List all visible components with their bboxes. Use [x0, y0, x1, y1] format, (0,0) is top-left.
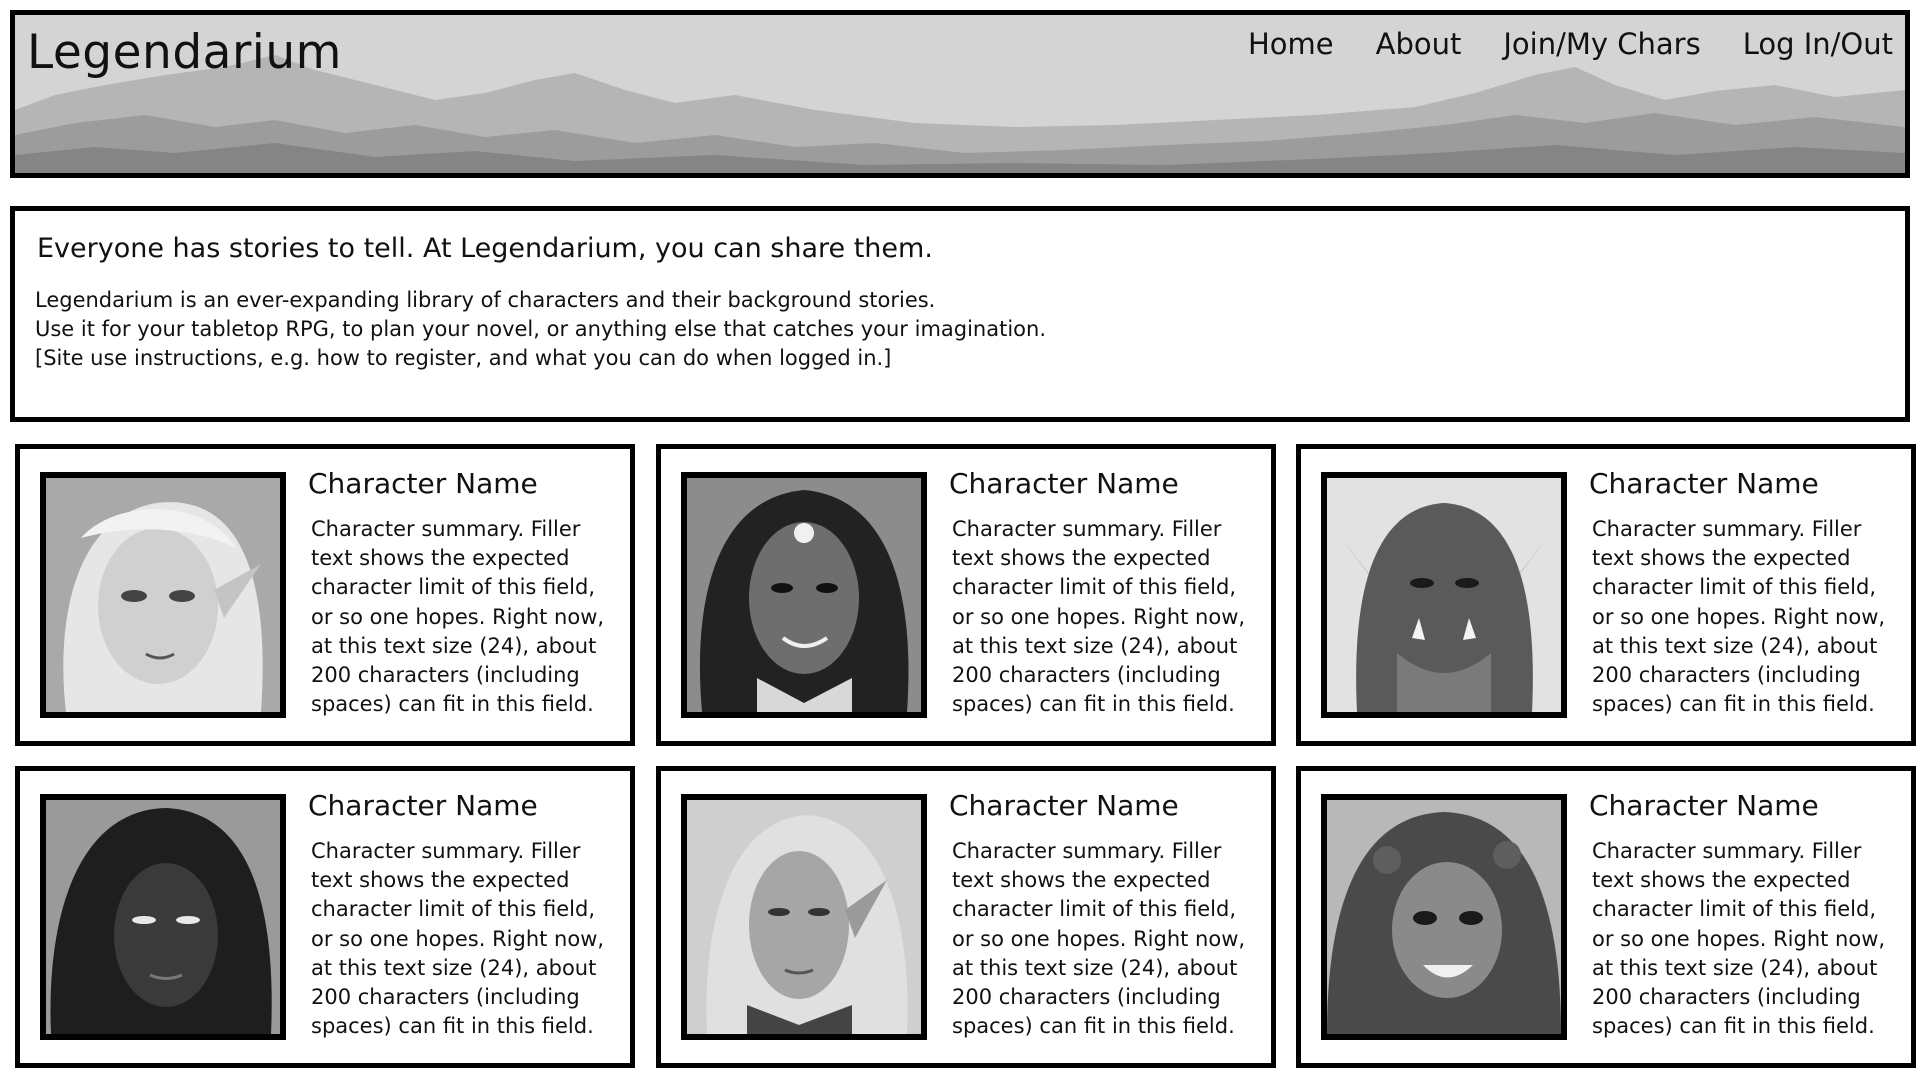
character-summary: Character summary. Filler text shows the…: [952, 839, 1246, 1039]
character-portrait[interactable]: [1321, 472, 1567, 718]
character-portrait[interactable]: [681, 472, 927, 718]
site-title[interactable]: Legendarium: [27, 25, 342, 80]
nav-about-link[interactable]: About: [1376, 27, 1462, 61]
character-card[interactable]: Character Name Character summary. Filler…: [1296, 444, 1916, 746]
character-summary: Character summary. Filler text shows the…: [1592, 517, 1886, 717]
tattooed-woman-portrait: [687, 478, 921, 712]
character-name[interactable]: Character Name: [1589, 467, 1819, 500]
orc-warrior-portrait: [1327, 478, 1561, 712]
character-name[interactable]: Character Name: [949, 789, 1179, 822]
main-nav: Home About Join/My Chars Log In/Out: [1248, 27, 1893, 61]
character-card[interactable]: Character Name Character summary. Filler…: [1296, 766, 1916, 1068]
character-card[interactable]: Character Name Character summary. Filler…: [15, 766, 635, 1068]
elf-man-portrait: [687, 800, 921, 1034]
character-name[interactable]: Character Name: [1589, 789, 1819, 822]
site-header: Legendarium Home About Join/My Chars Log…: [10, 10, 1910, 178]
intro-line: [Site use instructions, e.g. how to regi…: [35, 346, 892, 370]
character-portrait[interactable]: [1321, 794, 1567, 1040]
character-name[interactable]: Character Name: [308, 467, 538, 500]
character-name[interactable]: Character Name: [308, 789, 538, 822]
character-portrait[interactable]: [681, 794, 927, 1040]
character-summary: Character summary. Filler text shows the…: [1592, 839, 1886, 1039]
character-portrait[interactable]: [40, 472, 286, 718]
character-card[interactable]: Character Name Character summary. Filler…: [656, 444, 1276, 746]
nav-login-logout-link[interactable]: Log In/Out: [1743, 27, 1893, 61]
hooded-figure-portrait: [46, 800, 280, 1034]
intro-line: Use it for your tabletop RPG, to plan yo…: [35, 317, 1047, 341]
character-summary: Character summary. Filler text shows the…: [952, 517, 1246, 717]
character-summary: Character summary. Filler text shows the…: [311, 839, 605, 1039]
intro-line: Legendarium is an ever-expanding library…: [35, 288, 936, 312]
nav-join-my-chars-link[interactable]: Join/My Chars: [1503, 27, 1700, 61]
character-name[interactable]: Character Name: [949, 467, 1179, 500]
blonde-elf-woman-portrait: [46, 478, 280, 712]
character-card[interactable]: Character Name Character summary. Filler…: [15, 444, 635, 746]
character-card[interactable]: Character Name Character summary. Filler…: [656, 766, 1276, 1068]
nav-home-link[interactable]: Home: [1248, 27, 1334, 61]
intro-heading: Everyone has stories to tell. At Legenda…: [37, 233, 933, 264]
intro-panel: Everyone has stories to tell. At Legenda…: [10, 206, 1910, 422]
character-portrait[interactable]: [40, 794, 286, 1040]
character-summary: Character summary. Filler text shows the…: [311, 517, 605, 717]
curly-haired-woman-portrait: [1327, 800, 1561, 1034]
